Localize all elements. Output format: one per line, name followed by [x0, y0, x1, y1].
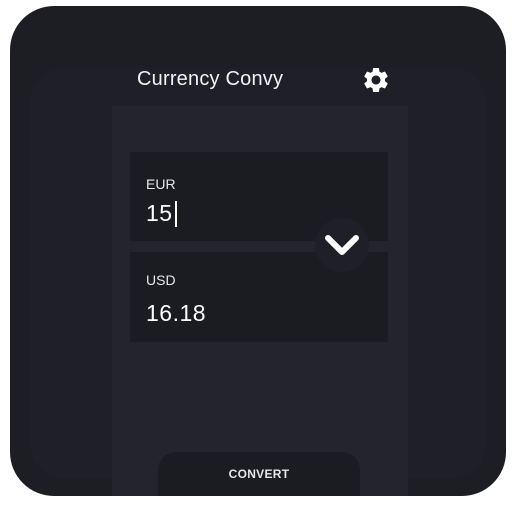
chevron-down-icon [325, 235, 359, 255]
settings-button[interactable] [360, 64, 392, 96]
to-currency-code[interactable]: USD [146, 272, 176, 288]
gear-icon [364, 68, 388, 92]
convert-button[interactable]: CONVERT [158, 452, 360, 496]
swap-button[interactable] [315, 218, 369, 272]
app-window: Currency Convy EUR 15 USD 16.18 CONVERT [10, 6, 506, 496]
to-amount-value: 16.18 [146, 300, 207, 326]
app-title: Currency Convy [137, 68, 284, 90]
from-currency-code[interactable]: EUR [146, 176, 176, 192]
from-amount-input[interactable]: 15 [146, 200, 177, 227]
text-cursor [174, 200, 177, 227]
from-amount-value: 15 [146, 200, 173, 226]
